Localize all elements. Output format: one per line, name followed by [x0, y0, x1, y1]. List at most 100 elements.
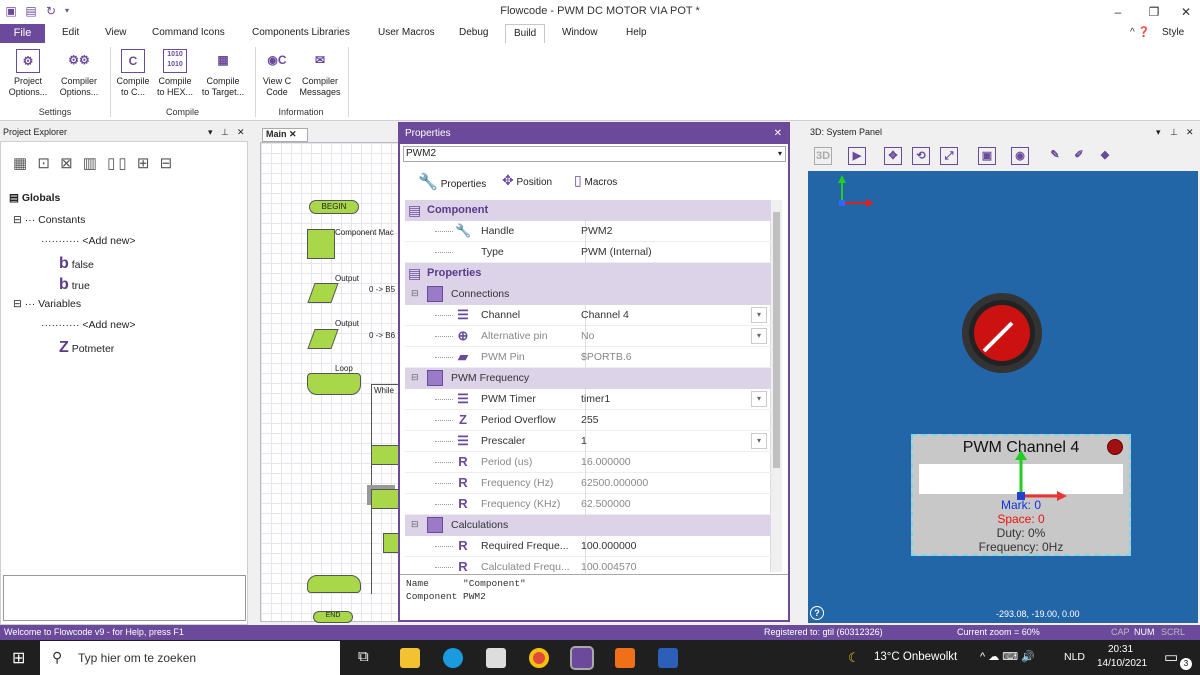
collapse-icon[interactable]: ⊟: [411, 288, 419, 299]
windows-start-icon[interactable]: ⊞: [12, 648, 25, 668]
weather-icon[interactable]: ☾: [848, 650, 860, 666]
language-indicator[interactable]: NLD: [1064, 651, 1085, 663]
tray-icons[interactable]: ^ ☁ ⌨ 🔊: [980, 650, 1035, 663]
properties-scrollbar[interactable]: [770, 200, 782, 572]
property-value[interactable]: timer1: [581, 393, 610, 405]
menu-build[interactable]: Build: [505, 24, 546, 43]
property-value[interactable]: No: [581, 330, 594, 342]
property-subgroup[interactable]: ⊟ Connections: [405, 284, 771, 305]
property-row[interactable]: R Required Freque... 100.000000: [405, 536, 771, 557]
task-view-icon[interactable]: ⧉: [358, 648, 369, 665]
notification-icon[interactable]: ▭: [1164, 648, 1178, 666]
pwm-channel-display[interactable]: PWM Channel 4 Mark: 0 Space: 0 Duty: 0% …: [911, 434, 1131, 556]
property-row[interactable]: ☰ PWM Timer timer1 ▾: [405, 389, 771, 410]
property-value[interactable]: Channel 4: [581, 309, 629, 321]
menu-window[interactable]: Window: [562, 27, 598, 38]
view-c-code-button[interactable]: ◉C View C Code: [259, 49, 295, 98]
tab-main[interactable]: Main ✕: [262, 128, 308, 142]
tab-position[interactable]: ✥ Position: [502, 172, 552, 189]
tree-constants[interactable]: ⊟ ··· Constants: [13, 214, 85, 226]
brush-icon[interactable]: ✐: [1070, 147, 1088, 165]
clock-time[interactable]: 20:31: [1108, 644, 1133, 655]
property-row[interactable]: ▰ PWM Pin $PORTB.6: [405, 347, 771, 368]
chevron-down-icon[interactable]: ▾: [751, 433, 767, 449]
property-group[interactable]: ▤ Component: [405, 200, 771, 221]
menu-components-libraries[interactable]: Components Libraries: [252, 27, 350, 38]
chrome-icon[interactable]: [529, 648, 549, 668]
rotate-icon[interactable]: ⟲: [912, 147, 930, 165]
tree-globals[interactable]: ▤ Globals: [9, 192, 60, 204]
help-icon[interactable]: ?: [810, 606, 824, 620]
tab-properties[interactable]: 🔧 Properties: [418, 172, 486, 192]
minimize-button[interactable]: –: [1098, 2, 1138, 22]
flowcode-icon[interactable]: [570, 646, 594, 670]
menu-help[interactable]: Help: [626, 27, 647, 38]
zoom-icon[interactable]: ⤢: [940, 147, 958, 165]
menu-debug[interactable]: Debug: [459, 27, 488, 38]
property-row[interactable]: ☰ Prescaler 1 ▾: [405, 431, 771, 452]
property-row[interactable]: R Frequency (KHz) 62.500000: [405, 494, 771, 515]
menu-file[interactable]: File: [0, 24, 45, 43]
property-row[interactable]: Type PWM (Internal): [405, 242, 771, 263]
tree-const-true[interactable]: b true: [59, 276, 90, 294]
pin-icon[interactable]: ⊥: [1170, 127, 1178, 138]
flow-block[interactable]: [371, 445, 399, 465]
pane-dropdown-icon[interactable]: ▾: [1156, 127, 1161, 138]
property-value[interactable]: 100.004570: [581, 561, 636, 573]
property-value[interactable]: PWM (Internal): [581, 246, 652, 258]
chevron-down-icon[interactable]: ▾: [751, 307, 767, 323]
pan-icon[interactable]: ✥: [884, 147, 902, 165]
tree-const-false[interactable]: b false: [59, 255, 94, 273]
3d-view-icon[interactable]: 3D: [814, 147, 832, 165]
compiler-options-button[interactable]: ⚙⚙ Compiler Options...: [56, 49, 102, 98]
tree-variables[interactable]: ⊟ ··· Variables: [13, 298, 81, 310]
property-subgroup[interactable]: ⊟ PWM Frequency: [405, 368, 771, 389]
pane-close-icon[interactable]: ✕: [237, 127, 245, 138]
flow-block[interactable]: [383, 533, 399, 553]
property-value[interactable]: PWM2: [581, 225, 613, 237]
frame-icon[interactable]: ▣: [978, 147, 996, 165]
store-icon[interactable]: [486, 648, 506, 668]
eye-icon[interactable]: ◉: [1011, 147, 1029, 165]
collapse-icon[interactable]: ⊟: [411, 519, 419, 530]
loop-block[interactable]: [307, 373, 361, 395]
tab-macros[interactable]: ▯ Macros: [574, 172, 617, 189]
pointer-icon[interactable]: ▶: [848, 147, 866, 165]
loop-end-block[interactable]: [307, 575, 361, 593]
pane-close-icon[interactable]: ✕: [1186, 127, 1194, 138]
help-icon[interactable]: ^ ❓: [1130, 27, 1150, 38]
collapse-icon[interactable]: ⊟: [411, 372, 419, 383]
wand-icon[interactable]: ✎: [1046, 147, 1064, 165]
begin-terminal[interactable]: BEGIN: [309, 200, 359, 214]
property-group[interactable]: ▤ Properties: [405, 263, 771, 284]
property-value[interactable]: 62.500000: [581, 498, 631, 510]
property-value[interactable]: 100.000000: [581, 540, 636, 552]
menu-user-macros[interactable]: User Macros: [378, 27, 435, 38]
project-options-button[interactable]: ⚙ Project Options...: [6, 49, 50, 98]
output-block-1[interactable]: [307, 283, 339, 303]
chevron-down-icon[interactable]: ▾: [751, 328, 767, 344]
file-explorer-icon[interactable]: [400, 648, 420, 668]
close-button[interactable]: ✕: [1166, 2, 1200, 22]
menu-view[interactable]: View: [105, 27, 127, 38]
property-row[interactable]: Z Period Overflow 255: [405, 410, 771, 431]
menu-style[interactable]: Style: [1162, 27, 1184, 38]
flowcode-alt-icon[interactable]: [615, 648, 635, 668]
cube-icon[interactable]: ◆: [1096, 147, 1114, 165]
tree-var-potmeter[interactable]: Z Potmeter: [59, 339, 114, 357]
pin-icon[interactable]: ⊥: [221, 127, 229, 138]
component-selector[interactable]: PWM2 ▾: [403, 146, 786, 162]
component-macro-block[interactable]: [307, 229, 335, 259]
component-toolbar[interactable]: ▦ ⊡ ⊠ ▥ ▯▯ ⊞ ⊟: [13, 154, 175, 172]
weather-text[interactable]: 13°C Onbewolkt: [874, 651, 957, 663]
tree-add-new-variable[interactable]: ··········· <Add new>: [41, 319, 136, 331]
compile-to-c-button[interactable]: C Compile to C...: [113, 49, 153, 98]
property-subgroup[interactable]: ⊟ Calculations: [405, 515, 771, 536]
properties-close-icon[interactable]: ✕: [774, 124, 782, 144]
flow-block-selected[interactable]: [371, 489, 399, 509]
edge-icon[interactable]: [443, 648, 463, 668]
property-row[interactable]: ⊕ Alternative pin No ▾: [405, 326, 771, 347]
property-row[interactable]: R Period (us) 16.000000: [405, 452, 771, 473]
end-terminal[interactable]: END: [313, 611, 353, 623]
compile-to-hex-button[interactable]: 1010 1010 Compile to HEX...: [154, 49, 196, 98]
